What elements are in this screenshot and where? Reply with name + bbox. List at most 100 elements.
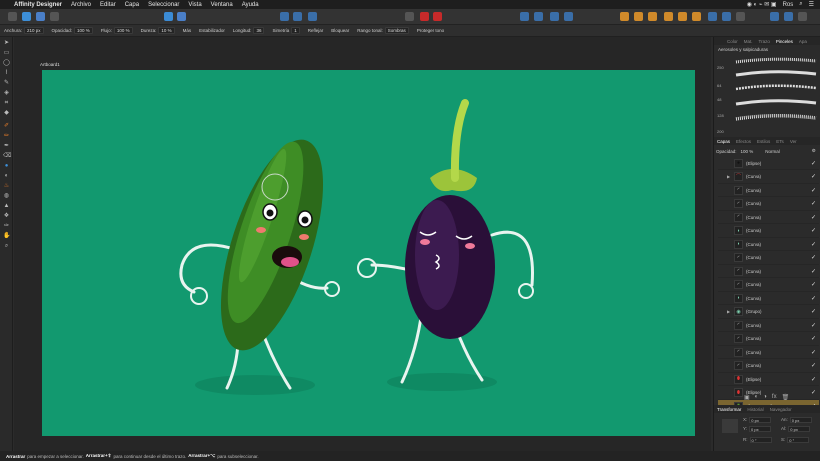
transform-icon[interactable]: [550, 12, 559, 21]
layer-row[interactable]: ◜ (Curva) ✓: [718, 333, 819, 346]
tab-brushes[interactable]: Pinceles: [773, 39, 796, 44]
hand-tool-icon[interactable]: ✋: [3, 233, 10, 240]
transform-y[interactable]: Y: 0 px: [743, 426, 772, 432]
order-forward-icon[interactable]: [634, 12, 643, 21]
pixel-brush-icon[interactable]: ✏: [3, 133, 10, 140]
tab-transform[interactable]: Transformar: [714, 407, 744, 412]
distribute-icon[interactable]: [534, 12, 543, 21]
mirror-toggle[interactable]: Reflejar: [308, 28, 324, 33]
flood-select-icon[interactable]: ◈: [3, 90, 10, 97]
color-picker-icon[interactable]: [405, 12, 414, 21]
zoom-tool-icon[interactable]: ⌕: [3, 243, 10, 250]
paint-brush-icon[interactable]: ✐: [3, 123, 10, 130]
layer-opacity-value[interactable]: 100 %: [741, 149, 754, 154]
visibility-check-icon[interactable]: ✓: [811, 241, 816, 248]
layer-row[interactable]: ◗ (Curva) ✓: [718, 225, 819, 238]
flow-control[interactable]: Flujo: 100 %: [101, 27, 133, 34]
visibility-check-icon[interactable]: ✓: [811, 295, 816, 302]
layer-row[interactable]: ● (Elipse) ✓: [718, 157, 819, 170]
snap-icon[interactable]: [280, 12, 289, 21]
symmetry-control[interactable]: Simetría 1: [272, 27, 300, 34]
tab-appearance[interactable]: Apa: [796, 39, 810, 44]
selection-brush-icon[interactable]: ✎: [3, 80, 10, 87]
menu-archivo[interactable]: Archivo: [71, 2, 91, 8]
visibility-check-icon[interactable]: ✓: [811, 160, 816, 167]
tab-text-styles[interactable]: ETs: [773, 139, 787, 144]
menu-capa[interactable]: Capa: [125, 2, 139, 8]
more-button[interactable]: Más: [183, 28, 192, 33]
length-control[interactable]: Longitud: 36: [233, 27, 265, 34]
brush-category[interactable]: Aerosoles y salpicaduras: [718, 47, 768, 52]
preferences-icon[interactable]: [798, 12, 807, 21]
visibility-check-icon[interactable]: ✓: [811, 335, 816, 342]
layer-row[interactable]: ◜ (Curva) ✓: [718, 211, 819, 224]
clone-tool-icon[interactable]: ❖: [3, 213, 10, 220]
color-replace-icon[interactable]: ✒: [3, 143, 10, 150]
stabilizer-toggle[interactable]: Estabilizador: [199, 28, 225, 33]
menu-editar[interactable]: Editar: [100, 2, 116, 8]
sharpen-tool-icon[interactable]: ▲: [3, 203, 10, 210]
smudge-tool-icon[interactable]: ♨: [3, 183, 10, 190]
menu-ventana[interactable]: Ventana: [211, 2, 233, 8]
boolean-add-icon[interactable]: [664, 12, 673, 21]
tab-view[interactable]: Ver: [787, 139, 800, 144]
transform-rotation[interactable]: R: 0 °: [743, 437, 772, 443]
order-front-icon[interactable]: [648, 12, 657, 21]
blend-mode-select[interactable]: Normal: [765, 149, 780, 154]
tab-styles[interactable]: Estilos: [754, 139, 773, 144]
assistant-icon[interactable]: [736, 12, 745, 21]
fx-icon[interactable]: fx: [772, 394, 777, 401]
trash-icon[interactable]: 🗑: [782, 394, 790, 401]
settings-icon[interactable]: ⚙: [812, 148, 816, 154]
transform-height[interactable]: Al: 0 px: [781, 426, 811, 432]
transform-shear[interactable]: S: 0 °: [781, 437, 810, 443]
freehand-select-icon[interactable]: ⌇: [3, 70, 10, 77]
fill-tool-icon[interactable]: ◆: [3, 110, 10, 117]
layer-row[interactable]: ◜ (Curva) ✓: [718, 198, 819, 211]
menu-icon[interactable]: ☰: [809, 1, 814, 8]
arrange-icon[interactable]: [564, 12, 573, 21]
visibility-check-icon[interactable]: ✓: [811, 268, 816, 275]
tonal-value[interactable]: Sombras: [384, 27, 409, 34]
visibility-check-icon[interactable]: ✓: [811, 281, 816, 288]
move-tool-icon[interactable]: ➤: [3, 40, 10, 47]
layer-row[interactable]: ◜ (Curva) ✓: [718, 279, 819, 292]
user-name[interactable]: Ros: [783, 2, 794, 8]
layer-row[interactable]: ▶ ⌒ (Curva) ✓: [718, 171, 819, 184]
tab-stroke[interactable]: Trazo: [756, 39, 773, 44]
lock-toggle[interactable]: Bloquear: [331, 28, 349, 33]
menu-seleccionar[interactable]: Seleccionar: [148, 2, 179, 8]
flip-icon[interactable]: [708, 12, 717, 21]
add-layer-icon[interactable]: ▣: [744, 394, 750, 401]
layer-row[interactable]: ⬮ (Elipse) ✓: [718, 373, 819, 386]
expand-arrow-icon[interactable]: ▶: [727, 174, 730, 179]
tab-history[interactable]: Historial: [744, 407, 766, 412]
snap-option-icon[interactable]: [293, 12, 302, 21]
tab-layers[interactable]: Capas: [714, 139, 733, 144]
menu-vista[interactable]: Vista: [188, 2, 201, 8]
layer-row[interactable]: ◗ (Curva) ✓: [718, 292, 819, 305]
hardness-control[interactable]: Dureza: 10 %: [141, 27, 175, 34]
stroke-color-icon[interactable]: [433, 12, 442, 21]
erase-tool-icon[interactable]: ⌫: [3, 153, 11, 160]
tab-color[interactable]: Color: [724, 39, 741, 44]
tab-effects[interactable]: Efectos: [733, 139, 754, 144]
node-tool-icon[interactable]: [177, 12, 186, 21]
layer-row[interactable]: ◜ (Curva) ✓: [718, 184, 819, 197]
expand-arrow-icon[interactable]: ▶: [727, 309, 730, 314]
visibility-check-icon[interactable]: ✓: [811, 227, 816, 234]
ellipse-marquee-icon[interactable]: ◯: [3, 60, 10, 67]
visibility-check-icon[interactable]: ✓: [811, 254, 816, 261]
tab-navigator[interactable]: Navegador: [767, 407, 795, 412]
protect-tone-toggle[interactable]: Proteger tono: [417, 28, 444, 33]
marquee-tool-icon[interactable]: ▭: [3, 50, 10, 57]
visibility-check-icon[interactable]: ✓: [811, 214, 816, 221]
tonal-range-control[interactable]: Rango tonal: Sombras: [357, 27, 409, 34]
layer-row[interactable]: ◜ (Curva) ✓: [718, 360, 819, 373]
layer-row[interactable]: ◜ (Curva) ✓: [718, 346, 819, 359]
align-icon[interactable]: [520, 12, 529, 21]
mask-icon[interactable]: ◐: [755, 394, 759, 401]
search-icon[interactable]: ⌕: [799, 1, 802, 8]
visibility-check-icon[interactable]: ✓: [811, 376, 816, 383]
artboard-canvas[interactable]: [42, 70, 695, 436]
